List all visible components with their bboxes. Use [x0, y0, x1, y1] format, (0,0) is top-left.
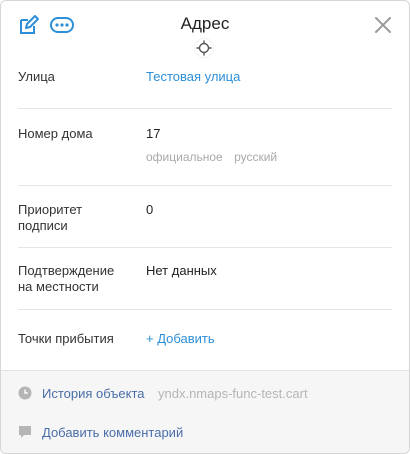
tag-official: официальное: [146, 150, 223, 164]
arrival-label: Точки прибытия: [18, 331, 114, 346]
address-panel: Адрес Улица Тестовая улица Номер дома 17…: [0, 0, 410, 454]
close-icon[interactable]: [371, 13, 395, 37]
priority-row: Приоритет подписи 0: [18, 186, 392, 248]
add-comment-link[interactable]: Добавить комментарий: [42, 425, 183, 440]
priority-value: 0: [146, 202, 154, 217]
confirmation-value: Нет данных: [146, 263, 217, 278]
add-arrival-button[interactable]: + Добавить: [146, 331, 215, 347]
house-tags: официальное русский: [146, 150, 285, 164]
street-label: Улица: [18, 69, 55, 84]
street-link[interactable]: Тестовая улица: [146, 69, 240, 85]
panel-footer: История объекта yndx.nmaps-func-test.car…: [1, 370, 409, 453]
priority-label: Приоритет подписи: [18, 202, 83, 233]
street-row: Улица Тестовая улица: [18, 51, 392, 109]
tag-russian: русский: [234, 150, 278, 164]
history-link[interactable]: История объекта: [42, 386, 145, 401]
confirmation-row: Подтверждение на местности Нет данных: [18, 248, 392, 310]
house-label: Номер дома: [18, 126, 93, 141]
comment-icon: [18, 425, 32, 439]
arrival-row: Точки прибытия + Добавить: [18, 310, 392, 370]
house-row: Номер дома 17 официальное русский: [18, 109, 392, 186]
clock-icon: [18, 386, 32, 400]
confirmation-label: Подтверждение на местности: [18, 263, 115, 294]
field-list: Улица Тестовая улица Номер дома 17 офици…: [1, 51, 409, 370]
history-author: yndx.nmaps-func-test.cart: [158, 386, 308, 401]
panel-title: Адрес: [180, 14, 230, 33]
panel-header: Адрес: [1, 1, 409, 57]
house-value: 17: [146, 126, 161, 141]
